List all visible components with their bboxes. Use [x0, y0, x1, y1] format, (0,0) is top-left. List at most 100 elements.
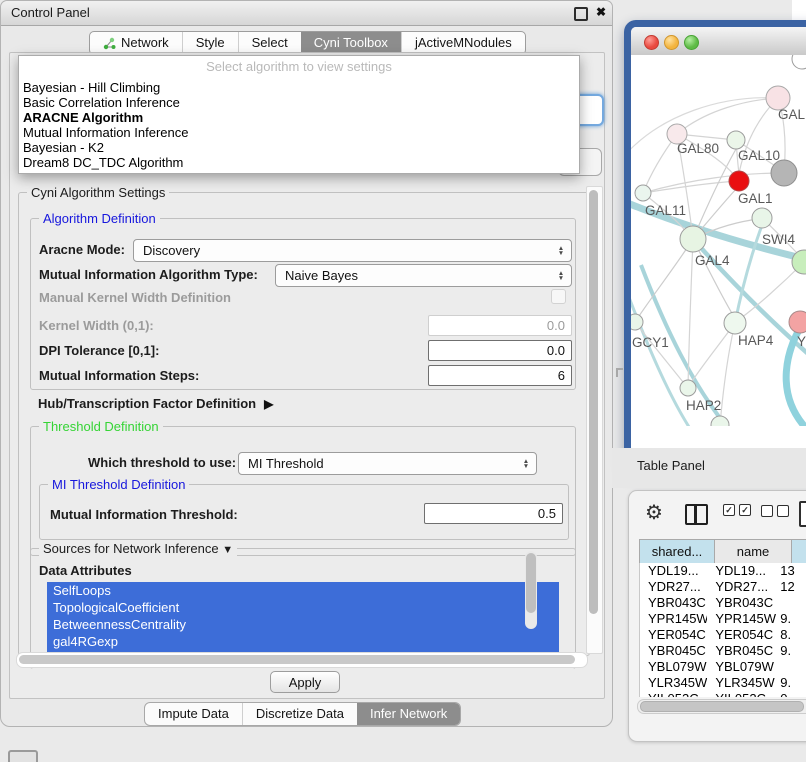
network-node[interactable] — [680, 226, 706, 252]
mac-minimize-button[interactable] — [664, 35, 679, 50]
network-node[interactable] — [729, 171, 749, 191]
tab-network[interactable]: Network — [90, 32, 182, 54]
threshold-definition-group: Threshold Definition Which threshold to … — [30, 426, 576, 556]
attribute-item-selfloops[interactable]: SelfLoops — [47, 582, 559, 599]
hub-definition-expander[interactable]: Hub/Transcription Factor Definition▶ — [38, 396, 273, 411]
network-window-titlebar[interactable] — [631, 27, 806, 56]
tab-jactivemnodules[interactable]: jActiveMNodules — [401, 32, 525, 54]
column-header-name[interactable]: name — [715, 540, 792, 563]
network-node[interactable] — [635, 185, 651, 201]
mac-close-button[interactable] — [644, 35, 659, 50]
network-canvas[interactable]: GALGAL80GAL10GAL1GAL11SWI4GAL4GCY1HAP4YH… — [631, 55, 806, 453]
mac-zoom-button[interactable] — [684, 35, 699, 50]
network-node[interactable] — [727, 131, 745, 149]
network-node[interactable] — [752, 208, 772, 228]
table-cell: 12 — [776, 579, 806, 595]
network-edge[interactable] — [643, 181, 739, 193]
bottom-tab-discretize-data[interactable]: Discretize Data — [242, 703, 357, 725]
attribute-item-betweennesscentrality[interactable]: BetweennessCentrality — [47, 616, 559, 633]
network-edge[interactable] — [688, 239, 693, 388]
algorithm-option-bayesian-k2[interactable]: Bayesian - K2 — [23, 140, 575, 155]
mi-steps-label: Mutual Information Steps: — [39, 368, 199, 383]
settings-vertical-scrollbar[interactable] — [586, 186, 603, 654]
checked-box-icon: ✓ — [723, 504, 735, 516]
tab-select[interactable]: Select — [238, 32, 301, 54]
algorithm-dropdown-popup: Select algorithm to view settings Bayesi… — [18, 55, 580, 174]
table-cell: YPR145W — [640, 611, 707, 627]
dpi-tolerance-input[interactable] — [428, 340, 572, 361]
settings-horizontal-scrollbar-thumb[interactable] — [19, 655, 575, 664]
tab-cyni-toolbox[interactable]: Cyni Toolbox — [301, 32, 401, 54]
attributes-scrollbar-thumb[interactable] — [526, 553, 536, 613]
control-panel-titlebar[interactable]: Control Panel ✖ — [1, 1, 612, 26]
table-row[interactable]: YDL19...YDL19...13 — [640, 563, 806, 579]
network-view-window: GALGAL80GAL10GAL1GAL11SWI4GAL4GCY1HAP4YH… — [624, 20, 806, 474]
select-all-columns-icon[interactable]: ✓ ✓ — [723, 504, 751, 516]
dock-panel-button[interactable] — [8, 750, 38, 762]
mi-threshold-input[interactable] — [424, 503, 563, 524]
algorithm-option-dream8-dc-tdc-algorithm[interactable]: Dream8 DC_TDC Algorithm — [23, 155, 575, 170]
table-row[interactable]: YDR27...YDR27...12 — [640, 579, 806, 595]
table-panel-container: ⚙ ✓ ✓ shared...name YDL19...YDL19...13YD… — [628, 490, 806, 742]
table-horizontal-scrollbar-thumb[interactable] — [640, 701, 804, 712]
network-node[interactable] — [771, 160, 797, 186]
network-edge[interactable] — [720, 323, 735, 425]
clipped-toolbar-icon[interactable] — [799, 501, 806, 527]
table-row[interactable]: YIL052CYIL052C0. — [640, 691, 806, 697]
tab-style[interactable]: Style — [182, 32, 238, 54]
bottom-tab-infer-network[interactable]: Infer Network — [357, 703, 460, 725]
attribute-item-gal4rgexp[interactable]: gal4RGexp — [47, 633, 559, 650]
network-node-label-gal11: GAL11 — [645, 203, 686, 218]
network-edge[interactable] — [693, 149, 736, 239]
mi-type-label: Mutual Information Algorithm Type: — [39, 267, 258, 282]
network-node[interactable] — [680, 380, 696, 396]
table-row[interactable]: YBR043CYBR043C — [640, 595, 806, 611]
expand-right-icon[interactable]: ▶ — [264, 397, 273, 411]
algorithm-option-basic-correlation-inference[interactable]: Basic Correlation Inference — [23, 95, 575, 110]
network-node[interactable] — [789, 311, 806, 333]
which-threshold-label: Which threshold to use: — [88, 455, 236, 470]
network-node[interactable] — [711, 416, 729, 426]
mi-algorithm-type-select[interactable]: Naive Bayes ▲▼ — [275, 264, 572, 287]
table-cell: 9. — [776, 675, 806, 691]
attribute-item-topologicalcoefficient[interactable]: TopologicalCoefficient — [47, 599, 559, 616]
attributes-scrollbar[interactable] — [525, 551, 537, 629]
bottom-tab-impute-data[interactable]: Impute Data — [145, 703, 242, 725]
split-columns-icon[interactable] — [685, 504, 708, 525]
settings-vertical-scrollbar-thumb[interactable] — [589, 190, 598, 614]
network-edge[interactable] — [635, 322, 683, 382]
gear-icon[interactable]: ⚙ — [645, 501, 663, 525]
table-row[interactable]: YER054CYER054C8. — [640, 627, 806, 643]
aracne-mode-select[interactable]: Discovery ▲▼ — [133, 239, 572, 262]
algorithm-option-bayesian-hill-climbing[interactable]: Bayesian - Hill Climbing — [23, 80, 575, 95]
table-horizontal-scrollbar[interactable] — [637, 699, 806, 714]
table-row[interactable]: YPR145WYPR145W9. — [640, 611, 806, 627]
close-icon[interactable]: ✖ — [596, 5, 606, 19]
kernel-width-input[interactable] — [428, 315, 572, 336]
deselect-all-columns-icon[interactable] — [761, 505, 789, 517]
algorithm-option-mutual-information-inference[interactable]: Mutual Information Inference — [23, 125, 575, 140]
network-node[interactable] — [631, 314, 643, 330]
collapse-down-icon[interactable]: ▼ — [222, 544, 233, 556]
table-row[interactable]: YLR345WYLR345W9. — [640, 675, 806, 691]
which-threshold-select[interactable]: MI Threshold ▲▼ — [238, 452, 537, 475]
table-row[interactable]: YBR045CYBR045C9. — [640, 643, 806, 659]
table-cell: YBL079W — [707, 659, 776, 675]
column-header-shared[interactable]: shared... — [640, 540, 715, 563]
float-window-icon[interactable] — [574, 7, 588, 21]
algorithm-dropdown-placeholder: Select algorithm to view settings — [19, 59, 579, 74]
table-rows: YDL19...YDL19...13YDR27...YDR27...12YBR0… — [639, 563, 806, 697]
algorithm-option-aracne-algorithm[interactable]: ARACNE Algorithm — [23, 110, 575, 125]
dpi-tolerance-label: DPI Tolerance [0,1]: — [39, 343, 159, 358]
column-header-clipped[interactable] — [792, 540, 806, 563]
apply-button[interactable]: Apply — [270, 671, 340, 693]
network-node-label-gal10: GAL10 — [738, 148, 780, 163]
table-row[interactable]: YBL079WYBL079W — [640, 659, 806, 675]
table-cell: 8. — [776, 627, 806, 643]
network-node[interactable] — [724, 312, 746, 334]
network-node[interactable] — [792, 55, 806, 69]
network-edge[interactable] — [741, 262, 804, 318]
mi-steps-input[interactable] — [428, 365, 572, 386]
settings-horizontal-scrollbar[interactable] — [16, 652, 588, 668]
manual-kernel-checkbox[interactable] — [551, 289, 566, 304]
